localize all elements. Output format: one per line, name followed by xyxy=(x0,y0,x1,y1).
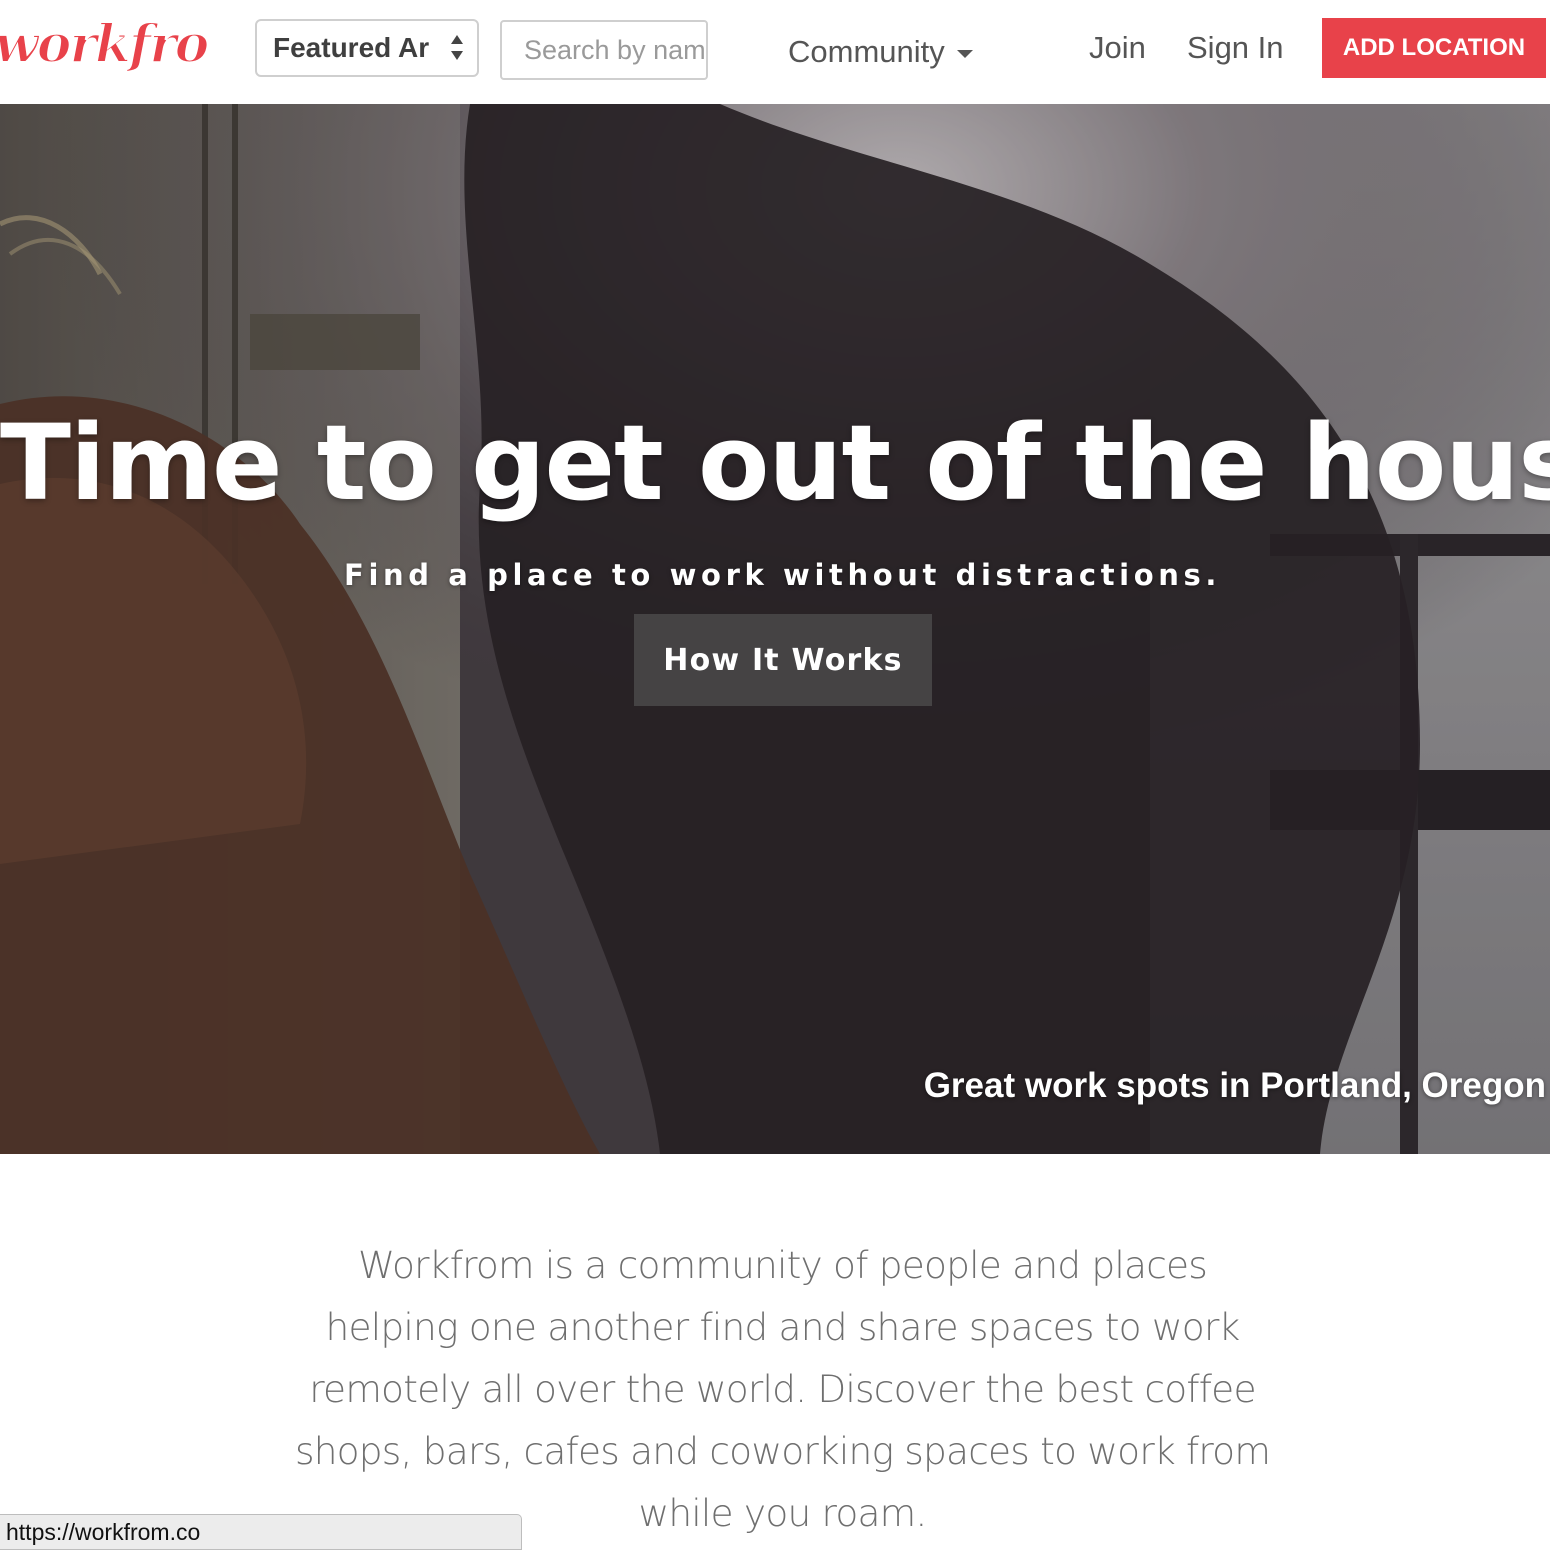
search-input[interactable] xyxy=(500,20,708,80)
hero-subtitle: Find a place to work without distraction… xyxy=(344,558,1221,592)
intro-line: Workfrom is a community of people and pl… xyxy=(357,1243,1208,1287)
community-label: Community xyxy=(788,34,945,69)
intro-line: helping one another find and share space… xyxy=(325,1305,1241,1349)
intro-line: remotely all over the world. Discover th… xyxy=(309,1367,1256,1411)
intro-paragraph: Workfrom is a community of people and pl… xyxy=(290,1234,1275,1544)
area-select-value: Featured Ar xyxy=(273,32,430,63)
sign-in-link[interactable]: Sign In xyxy=(1187,30,1284,66)
community-dropdown[interactable]: Community xyxy=(788,30,973,74)
logo-wordmark: workfrom xyxy=(0,13,210,76)
hero-location-caption[interactable]: Great work spots in Portland, Oregon xyxy=(924,1066,1546,1106)
join-link[interactable]: Join xyxy=(1089,30,1146,66)
top-navbar: workfrom Featured Ar Community Join Sign… xyxy=(0,0,1550,104)
caret-down-icon xyxy=(956,50,973,58)
hero-title: Time to get out of the house. xyxy=(0,402,1550,524)
workfrom-logo[interactable]: workfrom xyxy=(0,8,210,92)
hero-section: Time to get out of the house. Find a pla… xyxy=(0,104,1550,1154)
intro-line: shops, bars, cafes and coworking spaces … xyxy=(294,1429,1271,1473)
add-location-button[interactable]: ADD LOCATION xyxy=(1322,18,1546,78)
how-it-works-button[interactable]: How It Works xyxy=(634,614,932,706)
select-arrows-icon xyxy=(449,33,465,65)
browser-status-bar: https://workfrom.co xyxy=(0,1514,522,1550)
area-select[interactable]: Featured Ar xyxy=(255,19,479,77)
